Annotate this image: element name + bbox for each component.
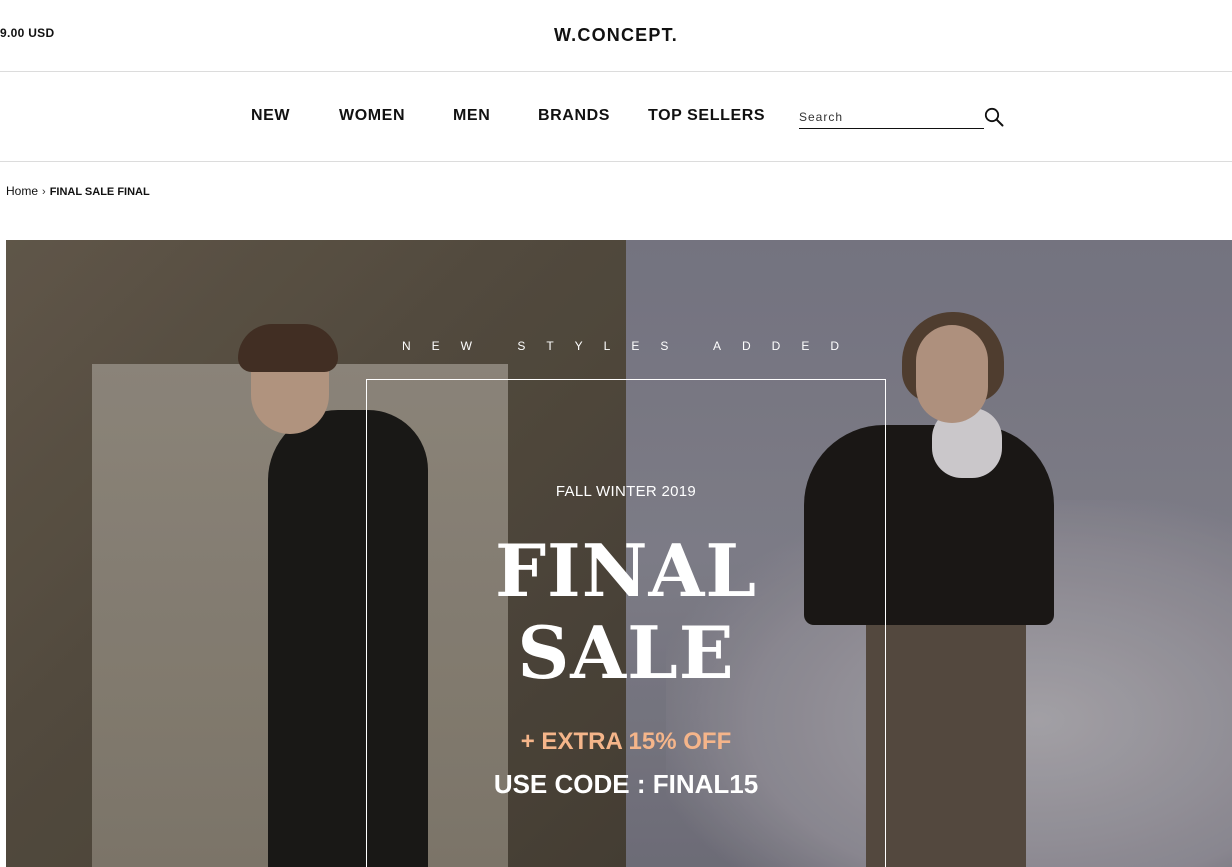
breadcrumb-current: FINAL SALE FINAL (49, 186, 150, 198)
main-navigation: NEW WOMEN MEN BRANDS TOP SELLERS (0, 72, 1232, 162)
breadcrumb-home-link[interactable]: Home (6, 184, 38, 198)
breadcrumb-separator-icon: › (42, 186, 46, 198)
breadcrumb: Home › FINAL SALE FINAL (6, 184, 150, 198)
hero-headline-line1: FINAL (494, 528, 758, 613)
hero-season: FALL WINTER 2019 (555, 483, 697, 500)
nav-item-top-sellers[interactable]: TOP SELLERS (648, 107, 765, 125)
search-field (799, 108, 984, 129)
hero-tagline: NEW STYLES ADDED (401, 339, 861, 353)
hero-banner[interactable]: NEW STYLES ADDED FALL WINTER 2019 FINAL … (6, 240, 1232, 867)
extra-offer: + EXTRA 15% OFF (520, 728, 732, 755)
nav-item-men[interactable]: MEN (453, 107, 490, 125)
promo-code: USE CODE : FINAL15 (493, 769, 759, 799)
site-logo[interactable]: W.CONCEPT. (0, 25, 1232, 46)
search-input[interactable] (799, 108, 979, 126)
nav-item-brands[interactable]: BRANDS (538, 107, 610, 125)
nav-item-women[interactable]: WOMEN (339, 107, 405, 125)
search-icon[interactable] (984, 107, 1004, 127)
top-header: 9.00 USD W.CONCEPT. (0, 0, 1232, 72)
hero-headline: FINAL SALE (366, 530, 886, 694)
nav-item-new[interactable]: NEW (251, 107, 290, 125)
hero-headline-line2: SALE (517, 610, 735, 695)
